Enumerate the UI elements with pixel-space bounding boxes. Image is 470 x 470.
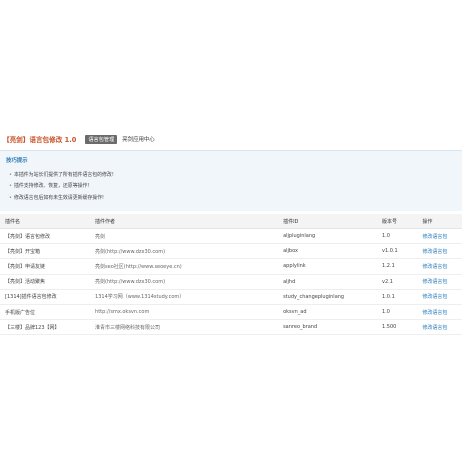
plugin-name: 【亮剑】活动聚焦	[0, 274, 91, 290]
plugin-id: study_changepluginlang	[278, 289, 378, 305]
plugin-version: v1.0.1	[377, 243, 418, 260]
plugin-author: 1314学习网（www.1314study.com）	[90, 289, 279, 305]
plugin-name: 【亮剑】申请友链	[0, 258, 91, 275]
plugin-version: 1.500	[377, 319, 418, 336]
edit-language-link[interactable]: 修改语言包	[417, 274, 462, 290]
col-header-version: 版本号	[377, 214, 418, 229]
plugin-id: sanreo_brand	[278, 319, 378, 336]
table-row: 【亮剑】申请友链 亮剑seo社区(http://www.seoeye.cn) a…	[0, 258, 462, 275]
plugin-author: http://smx.oksvn.com	[90, 304, 279, 321]
plugin-header: 【亮剑】语言包修改 1.0 语言包管理 亮剑应用中心	[3, 133, 155, 145]
table-row: [1314]插件语言包修改 1314学习网（www.1314study.com）…	[0, 289, 462, 305]
plugin-id: aljpluginlang	[278, 228, 378, 245]
plugin-name: 手机版广告位	[0, 304, 91, 321]
plugin-version: 1.0.1	[377, 289, 418, 305]
edit-language-link[interactable]: 修改语言包	[417, 319, 462, 336]
table-row: 手机版广告位 http://smx.oksvn.com oksvn_ad 1.0…	[0, 304, 462, 321]
edit-language-link[interactable]: 修改语言包	[417, 304, 462, 321]
table-row: 【亮剑】开宝箱 亮剑(http://www.dzx30.com) aljbox …	[0, 243, 462, 260]
plugin-table: 插件名 插件作者 插件ID 版本号 操作 【亮剑】语言包修改 亮剑 aljplu…	[0, 214, 462, 336]
edit-language-link[interactable]: 修改语言包	[417, 258, 462, 275]
plugin-version: 1.2.1	[377, 258, 418, 275]
tip-item: • 修改语言包后如有未生效请更新缓存操作!	[9, 194, 104, 201]
plugin-author: 亮剑seo社区(http://www.seoeye.cn)	[90, 258, 279, 275]
edit-language-link[interactable]: 修改语言包	[417, 228, 462, 245]
tip-item: • 插件支持修改、恢复，还原等操作!	[9, 182, 89, 189]
language-manage-tab[interactable]: 语言包管理	[85, 134, 118, 144]
tip-text: 插件支持修改、恢复，还原等操作!	[14, 183, 90, 189]
plugin-author: 淮青市三楼网络科技有限公司	[90, 319, 279, 336]
edit-language-link[interactable]: 修改语言包	[417, 289, 462, 305]
tip-item: • 本插件为站长们提供了所有插件语言包的修改!	[9, 171, 114, 178]
edit-language-link[interactable]: 修改语言包	[417, 243, 462, 260]
plugin-version: 1.0	[377, 304, 418, 321]
table-header-row: 插件名 插件作者 插件ID 版本号 操作	[0, 214, 462, 229]
plugin-id: aljbox	[278, 243, 378, 260]
table-row: 【亮剑】语言包修改 亮剑 aljpluginlang 1.0 修改语言包	[0, 228, 462, 245]
col-header-author: 插件作者	[90, 214, 279, 229]
app-center-link[interactable]: 亮剑应用中心	[122, 135, 154, 143]
plugin-id: oksvn_ad	[278, 304, 378, 321]
plugin-version: v2.1	[377, 274, 418, 290]
plugin-author: 亮剑	[90, 228, 279, 245]
table-row: 【三楼】品牌123【网】 淮青市三楼网络科技有限公司 sanreo_brand …	[0, 319, 462, 336]
plugin-name: [1314]插件语言包修改	[0, 289, 91, 305]
plugin-id: aljhd	[278, 274, 378, 290]
plugin-version: 1.0	[377, 228, 418, 245]
tip-text: 修改语言包后如有未生效请更新缓存操作!	[14, 195, 104, 201]
col-header-name: 插件名	[0, 214, 91, 229]
plugin-name: 【亮剑】开宝箱	[0, 243, 91, 260]
tips-panel: 技巧提示 • 本插件为站长们提供了所有插件语言包的修改! • 插件支持修改、恢复，还…	[0, 150, 462, 211]
table-row: 【亮剑】活动聚焦 亮剑(http://www.dzx30.com) aljhd …	[0, 274, 462, 290]
plugin-id: applylink	[278, 258, 378, 275]
plugin-name: 【三楼】品牌123【网】	[0, 319, 91, 336]
tips-title: 技巧提示	[6, 158, 28, 164]
plugin-author: 亮剑(http://www.dzx30.com)	[90, 274, 279, 290]
col-header-id: 插件ID	[278, 214, 378, 229]
col-header-action: 操作	[417, 214, 462, 229]
plugin-author: 亮剑(http://www.dzx30.com)	[90, 243, 279, 260]
tip-text: 本插件为站长们提供了所有插件语言包的修改!	[14, 172, 114, 178]
plugin-title: 【亮剑】语言包修改 1.0	[3, 136, 77, 144]
plugin-name: 【亮剑】语言包修改	[0, 228, 91, 245]
